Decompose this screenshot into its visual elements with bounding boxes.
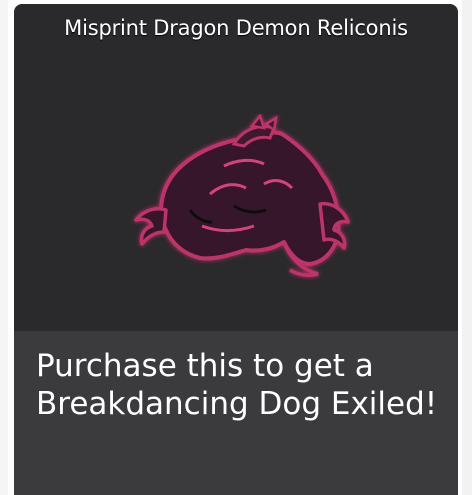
item-description-panel: Purchase this to get a Breakdancing Dog … bbox=[14, 331, 458, 495]
right-margin bbox=[462, 0, 472, 495]
item-description: Purchase this to get a Breakdancing Dog … bbox=[36, 348, 438, 422]
item-title: Misprint Dragon Demon Reliconis bbox=[64, 16, 408, 40]
left-margin bbox=[0, 0, 8, 495]
item-card[interactable]: Misprint Dragon Demon Reliconis Purchase… bbox=[14, 4, 458, 495]
dragon-silhouette-icon bbox=[134, 114, 350, 277]
